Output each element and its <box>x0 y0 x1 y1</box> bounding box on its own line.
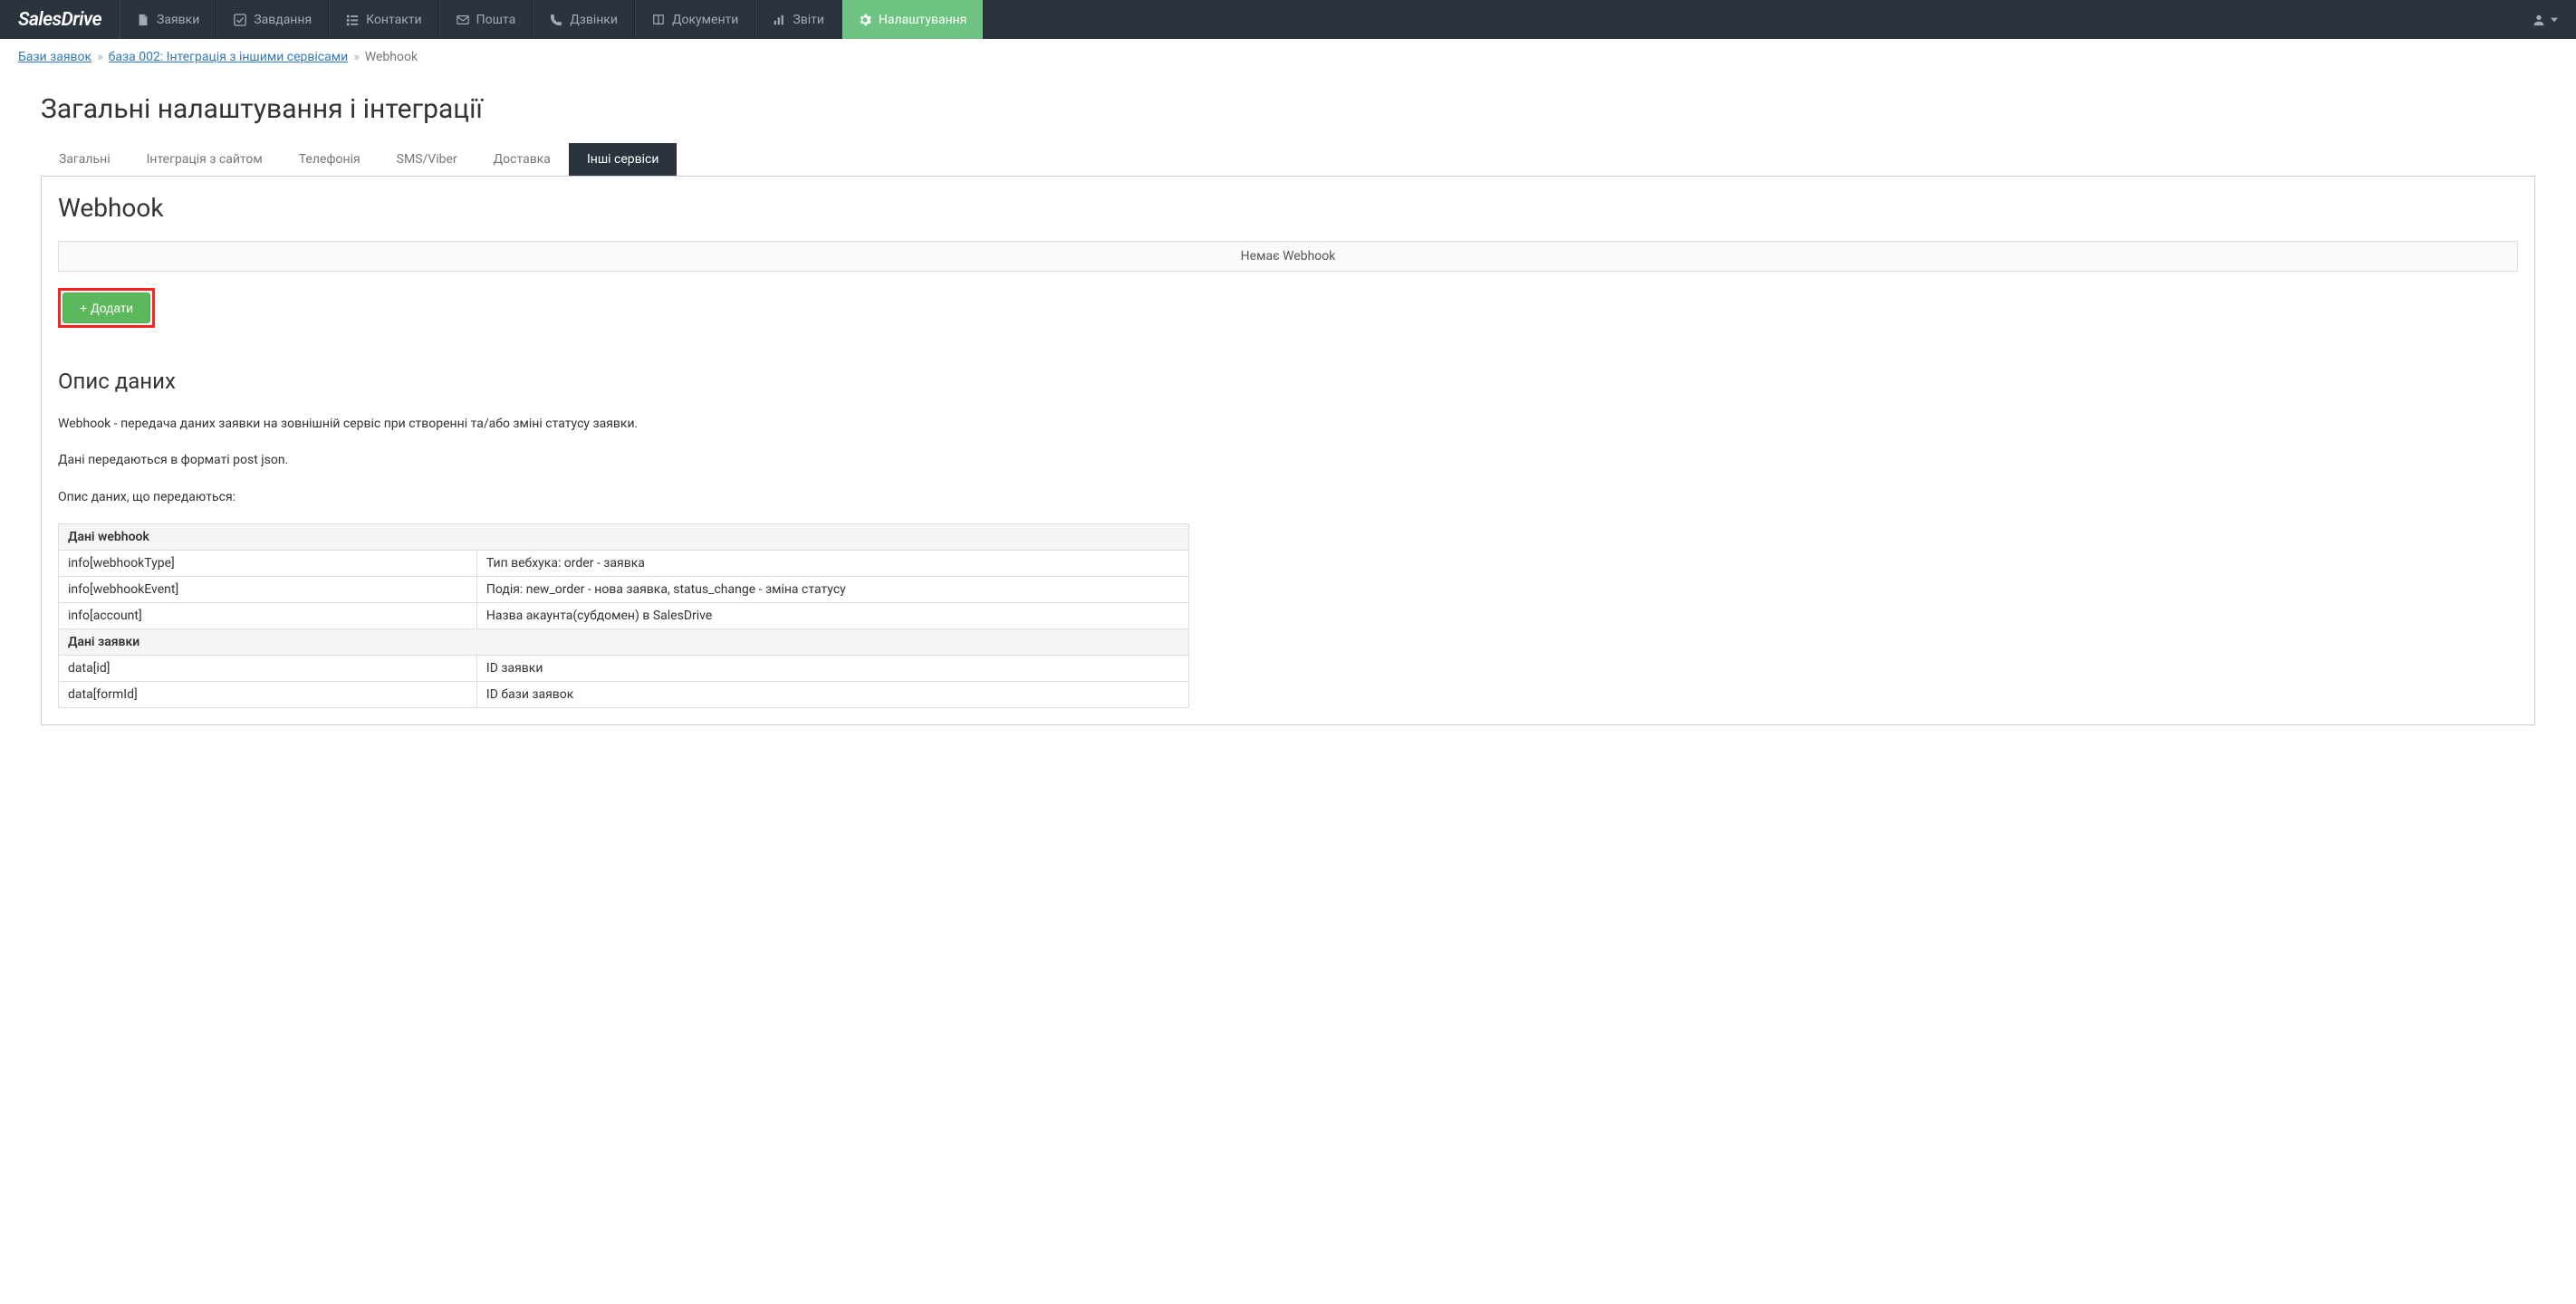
section-title: Webhook <box>58 193 2518 223</box>
tabs: ЗагальніІнтеграція з сайтомТелефоніяSMS/… <box>18 143 2558 176</box>
table-section-row: Дані заявки <box>59 629 1189 656</box>
tab-content: Webhook Немає Webhook + Додати Опис дани… <box>41 176 2535 725</box>
table-field-key: data[formId] <box>59 682 477 708</box>
mail-icon <box>457 14 469 26</box>
nav-label: Дзвінки <box>570 13 618 27</box>
nav-label: Пошта <box>476 13 516 27</box>
description-paragraph: Дані передаються в форматі post json. <box>58 450 2518 470</box>
book-icon <box>652 14 665 26</box>
table-section-label: Дані webhook <box>59 524 1189 551</box>
nav-item-phone[interactable]: Дзвінки <box>533 0 635 39</box>
table-row: info[account]Назва акаунта(субдомен) в S… <box>59 603 1189 629</box>
page-title: Загальні налаштування і інтеграції <box>18 75 2558 143</box>
user-menu[interactable] <box>2514 14 2576 26</box>
table-field-key: data[id] <box>59 656 477 682</box>
add-webhook-button[interactable]: + Додати <box>62 292 150 323</box>
logo: SalesDrive <box>0 9 120 31</box>
list-icon <box>346 14 359 26</box>
tab-3[interactable]: SMS/Viber <box>379 143 476 176</box>
table-field-desc: ID бази заявок <box>476 682 1188 708</box>
breadcrumb-current: Webhook <box>365 50 418 64</box>
breadcrumb: Бази заявок » база 002: Інтеграція з іншим… <box>0 39 2576 75</box>
table-row: info[webhookType]Тип вебхука: order - за… <box>59 551 1189 577</box>
nav-item-file[interactable]: Заявки <box>120 0 216 39</box>
tab-4[interactable]: Доставка <box>476 143 569 176</box>
caret-down-icon <box>2551 17 2558 23</box>
nav-item-check[interactable]: Завдання <box>216 0 329 39</box>
table-section-label: Дані заявки <box>59 629 1189 656</box>
user-icon <box>2533 14 2545 26</box>
table-field-desc: Назва акаунта(субдомен) в SalesDrive <box>476 603 1188 629</box>
breadcrumb-separator: » <box>353 50 360 64</box>
nav-label: Заявки <box>157 13 199 27</box>
phone-icon <box>550 14 562 26</box>
table-field-desc: ID заявки <box>476 656 1188 682</box>
top-nav: SalesDrive Заявки Завдання Контакти Пошта Дз… <box>0 0 2576 39</box>
table-row: info[webhookEvent]Подія: new_order - нов… <box>59 577 1189 603</box>
table-field-key: info[webhookType] <box>59 551 477 577</box>
breadcrumb-link[interactable]: Бази заявок <box>18 50 91 64</box>
nav-items: Заявки Завдання Контакти Пошта Дзвінки Докуме… <box>120 0 984 39</box>
description-title: Опис даних <box>58 369 2518 394</box>
breadcrumb-link[interactable]: база 002: Інтеграція з іншими сервісами <box>109 50 349 64</box>
description-paragraph: Webhook - передача даних заявки на зовні… <box>58 414 2518 434</box>
check-icon <box>234 14 246 26</box>
nav-item-chart[interactable]: Звіти <box>755 0 841 39</box>
gear-icon <box>859 14 871 26</box>
nav-label: Завдання <box>254 13 312 27</box>
nav-item-list[interactable]: Контакти <box>329 0 439 39</box>
nav-label: Контакти <box>366 13 422 27</box>
table-row: data[id]ID заявки <box>59 656 1189 682</box>
tab-1[interactable]: Інтеграція з сайтом <box>129 143 281 176</box>
breadcrumb-separator: » <box>97 50 103 64</box>
description-paragraph: Опис даних, що передаються: <box>58 487 2518 507</box>
tab-2[interactable]: Телефонія <box>281 143 379 176</box>
empty-webhook-message: Немає Webhook <box>58 241 2518 272</box>
table-row: data[formId]ID бази заявок <box>59 682 1189 708</box>
data-description-table: Дані webhookinfo[webhookType]Тип вебхука… <box>58 523 1189 708</box>
add-button-highlight: + Додати <box>58 288 155 328</box>
chart-icon <box>773 14 785 26</box>
tab-0[interactable]: Загальні <box>41 143 129 176</box>
content-container: Загальні налаштування і інтеграції Загал… <box>18 75 2558 725</box>
table-field-desc: Подія: new_order - нова заявка, status_c… <box>476 577 1188 603</box>
nav-item-book[interactable]: Документи <box>635 0 755 39</box>
table-field-desc: Тип вебхука: order - заявка <box>476 551 1188 577</box>
table-section-row: Дані webhook <box>59 524 1189 551</box>
nav-item-mail[interactable]: Пошта <box>439 0 533 39</box>
table-field-key: info[webhookEvent] <box>59 577 477 603</box>
tab-5[interactable]: Інші сервіси <box>569 143 678 176</box>
file-icon <box>137 14 149 26</box>
nav-label: Налаштування <box>879 13 967 27</box>
nav-label: Звіти <box>793 13 824 27</box>
nav-label: Документи <box>672 13 738 27</box>
table-field-key: info[account] <box>59 603 477 629</box>
nav-item-gear[interactable]: Налаштування <box>841 0 985 39</box>
